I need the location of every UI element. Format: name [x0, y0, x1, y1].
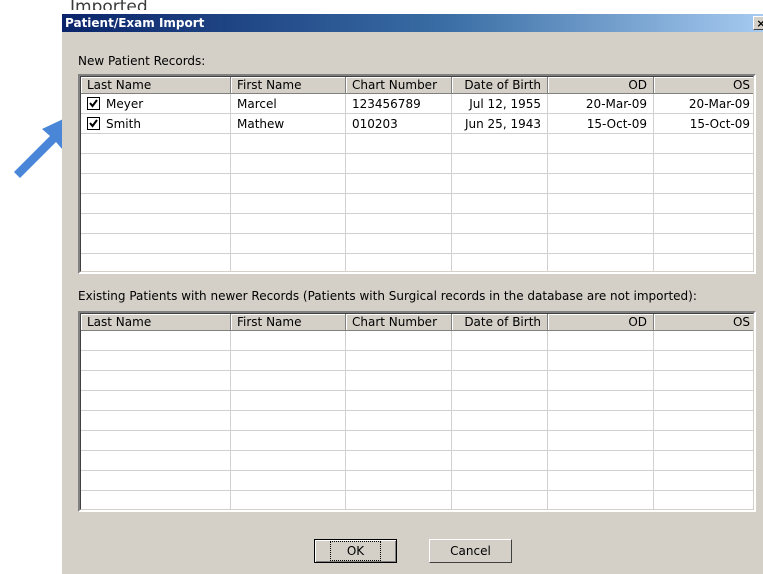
background-text: Imported: [70, 0, 148, 10]
existing-records-header: Last Name First Name Chart Number Date o…: [81, 314, 753, 331]
empty-row: [81, 411, 753, 431]
window-title: Patient/Exam Import: [65, 16, 205, 30]
empty-row: [81, 214, 753, 234]
empty-row: [81, 491, 753, 509]
cancel-button[interactable]: Cancel: [429, 539, 512, 563]
column-header-os[interactable]: OS: [654, 314, 753, 331]
cell-first-name: Marcel: [231, 94, 346, 114]
column-header-last-name[interactable]: Last Name: [81, 314, 231, 331]
column-header-date-of-birth[interactable]: Date of Birth: [452, 314, 548, 331]
last-name-value: Smith: [106, 117, 141, 131]
column-header-chart-number[interactable]: Chart Number: [346, 77, 452, 94]
empty-row: [81, 351, 753, 371]
empty-row: [81, 391, 753, 411]
column-header-od[interactable]: OD: [548, 314, 654, 331]
title-bar: Patient/Exam Import ×: [62, 14, 763, 32]
empty-row: [81, 471, 753, 491]
column-header-first-name[interactable]: First Name: [231, 314, 346, 331]
column-header-date-of-birth[interactable]: Date of Birth: [452, 77, 548, 94]
empty-row: [81, 234, 753, 254]
new-records-grid[interactable]: Last Name First Name Chart Number Date o…: [78, 74, 756, 274]
cell-date-of-birth: Jul 12, 1955: [452, 94, 548, 114]
empty-row: [81, 371, 753, 391]
cell-first-name: Mathew: [231, 114, 346, 134]
column-header-os[interactable]: OS: [654, 77, 753, 94]
cancel-button-label: Cancel: [450, 544, 491, 558]
row-checkbox[interactable]: [87, 117, 100, 130]
ok-button-label: OK: [329, 541, 382, 561]
empty-row: [81, 331, 753, 351]
existing-records-label: Existing Patients with newer Records (Pa…: [78, 289, 697, 303]
row-checkbox[interactable]: [87, 97, 100, 110]
cell-date-of-birth: Jun 25, 1943: [452, 114, 548, 134]
cell-od: 15-Oct-09: [548, 114, 654, 134]
empty-row: [81, 194, 753, 214]
new-records-label: New Patient Records:: [78, 54, 206, 68]
empty-row: [81, 451, 753, 471]
empty-row: [81, 254, 753, 271]
table-row[interactable]: Meyer Marcel 123456789 Jul 12, 1955 20-M…: [81, 94, 753, 114]
empty-row: [81, 431, 753, 451]
import-dialog: Patient/Exam Import × New Patient Record…: [62, 14, 763, 574]
new-records-header: Last Name First Name Chart Number Date o…: [81, 77, 753, 94]
empty-row: [81, 134, 753, 154]
cell-last-name: Smith: [81, 114, 231, 134]
empty-row: [81, 174, 753, 194]
cell-chart-number: 123456789: [346, 94, 452, 114]
column-header-od[interactable]: OD: [548, 77, 654, 94]
cell-os: 20-Mar-09: [654, 94, 753, 114]
table-row[interactable]: Smith Mathew 010203 Jun 25, 1943 15-Oct-…: [81, 114, 753, 134]
close-button[interactable]: ×: [753, 16, 763, 30]
close-icon: ×: [756, 17, 763, 30]
existing-records-grid[interactable]: Last Name First Name Chart Number Date o…: [78, 311, 756, 512]
column-header-last-name[interactable]: Last Name: [81, 77, 231, 94]
empty-row: [81, 154, 753, 174]
ok-button[interactable]: OK: [314, 539, 397, 563]
column-header-chart-number[interactable]: Chart Number: [346, 314, 452, 331]
cell-od: 20-Mar-09: [548, 94, 654, 114]
cell-chart-number: 010203: [346, 114, 452, 134]
cell-os: 15-Oct-09: [654, 114, 753, 134]
last-name-value: Meyer: [106, 97, 144, 111]
cell-last-name: Meyer: [81, 94, 231, 114]
column-header-first-name[interactable]: First Name: [231, 77, 346, 94]
